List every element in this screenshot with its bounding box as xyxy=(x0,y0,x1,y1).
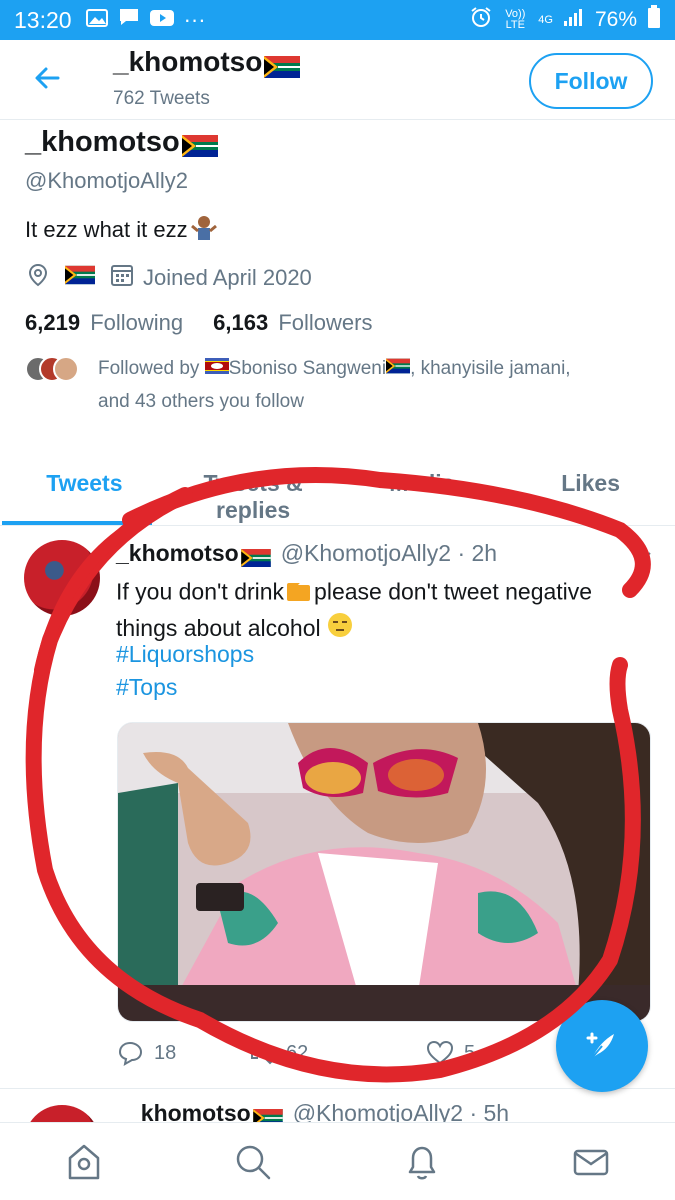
compose-tweet-button[interactable] xyxy=(556,1000,648,1092)
profile-bio-text: It ezz what it ezz xyxy=(25,216,188,242)
location-icon xyxy=(25,262,51,294)
followed-by-rest: , khanyisile jamani, xyxy=(410,358,571,379)
reply-count: 18 xyxy=(154,1041,177,1064)
retweet-button[interactable]: 62 xyxy=(246,1040,426,1066)
avatar xyxy=(53,356,79,382)
compose-feather-icon xyxy=(586,1032,614,1059)
tab-tweets-replies[interactable]: Tweets & replies xyxy=(169,460,338,525)
home-icon[interactable] xyxy=(62,1140,106,1184)
profile-meta: Joined April 2020 xyxy=(25,262,312,294)
profile-handle: @KhomotjoAlly2 xyxy=(25,168,188,193)
more-notifications: ··· xyxy=(183,7,206,32)
alarm-icon xyxy=(470,6,492,34)
south-africa-flag-icon xyxy=(181,132,218,158)
tweet-text-part1: If you don't drink xyxy=(116,578,285,605)
hashtag-liquorshops[interactable]: #Liquorshops xyxy=(116,641,254,668)
joined-date: Joined April 2020 xyxy=(143,265,312,290)
followed-by-text: Followed by Sboniso Sangweni , khanyisile… xyxy=(98,352,638,418)
status-bar: 13:20 ··· Vo)) LTE 4G 76% xyxy=(0,0,675,40)
profile-name-text: _khomotso xyxy=(25,126,180,158)
chevron-down-icon[interactable] xyxy=(636,548,652,564)
profile-header: _khomotso 762 Tweets Follow xyxy=(0,40,675,120)
followers-count: 6,163 xyxy=(213,310,269,335)
search-icon[interactable] xyxy=(231,1140,275,1184)
following-link[interactable]: 6,219 Following xyxy=(25,310,183,336)
south-africa-flag-icon xyxy=(65,265,95,291)
bell-icon[interactable] xyxy=(400,1140,444,1184)
followed-by-prefix: Followed by xyxy=(98,358,200,379)
followed-by-names: Sboniso Sangweni xyxy=(228,358,387,379)
unamused-emoji-icon xyxy=(327,612,353,647)
reply-icon xyxy=(118,1041,143,1066)
followed-by-more: and 43 others you follow xyxy=(98,391,304,413)
youtube-icon xyxy=(149,7,174,33)
swaziland-flag-icon xyxy=(204,352,229,385)
heart-icon xyxy=(426,1040,454,1065)
tweet-handle-time: @KhomotjoAlly2 · 2h xyxy=(280,540,498,566)
south-africa-flag-icon xyxy=(264,53,301,78)
status-time: 13:20 xyxy=(14,6,72,33)
retweet-icon xyxy=(247,1041,275,1065)
gallery-icon xyxy=(85,7,108,33)
tweet-count: 762 Tweets xyxy=(113,88,210,109)
tab-media[interactable]: Media xyxy=(338,460,507,525)
tab-likes[interactable]: Likes xyxy=(506,460,675,525)
tweet-divider xyxy=(0,1088,675,1089)
tweet-text: If you don't drink please don't tweet neg… xyxy=(116,575,656,647)
tweet-avatar[interactable] xyxy=(24,540,100,616)
tab-tweets[interactable]: Tweets xyxy=(0,460,169,525)
signal-icon xyxy=(563,7,585,33)
tweet-header: _khomotso @KhomotjoAlly2 · 2h xyxy=(116,540,497,567)
bottom-nav xyxy=(0,1122,675,1200)
battery-percent: 76% xyxy=(594,8,637,31)
followers-label: Followers xyxy=(278,310,373,335)
follow-button[interactable]: Follow xyxy=(529,53,653,109)
network-type: 4G xyxy=(538,13,553,26)
following-label: Following xyxy=(90,310,184,335)
retweet-count: 62 xyxy=(286,1041,309,1064)
back-arrow-icon[interactable] xyxy=(28,58,68,98)
followed-by[interactable]: Followed by Sboniso Sangweni , khanyisile… xyxy=(25,356,638,418)
profile-tabs: Tweets Tweets & replies Media Likes xyxy=(0,460,675,526)
tweet-author-name[interactable]: _khomotso xyxy=(116,540,239,566)
mail-icon[interactable] xyxy=(569,1140,613,1184)
followed-by-avatars xyxy=(25,356,83,384)
message-icon xyxy=(118,7,140,33)
south-africa-flag-icon xyxy=(240,546,271,567)
reply-button[interactable]: 18 xyxy=(116,1040,246,1066)
profile-name: _khomotso xyxy=(25,126,218,159)
header-title: _khomotso xyxy=(113,46,301,78)
beer-emoji-icon xyxy=(284,575,314,612)
tab-indicator xyxy=(2,521,152,525)
battery-icon xyxy=(647,5,661,35)
hashtag-tops[interactable]: #Tops xyxy=(116,674,177,701)
shrug-emoji-icon xyxy=(190,214,218,248)
calendar-icon xyxy=(109,262,135,294)
like-button[interactable]: 5 xyxy=(426,1040,556,1066)
south-africa-flag-icon xyxy=(386,352,411,385)
volte-indicator: Vo)) LTE xyxy=(505,8,526,31)
tweet-image[interactable] xyxy=(117,722,651,1022)
header-name: _khomotso xyxy=(113,46,263,77)
like-count: 5 xyxy=(464,1041,476,1064)
following-count: 6,219 xyxy=(25,310,81,335)
profile-bio: It ezz what it ezz xyxy=(25,214,218,248)
followers-link[interactable]: 6,163 Followers xyxy=(213,310,372,336)
follow-stats: 6,219 Following 6,163 Followers xyxy=(25,310,372,336)
